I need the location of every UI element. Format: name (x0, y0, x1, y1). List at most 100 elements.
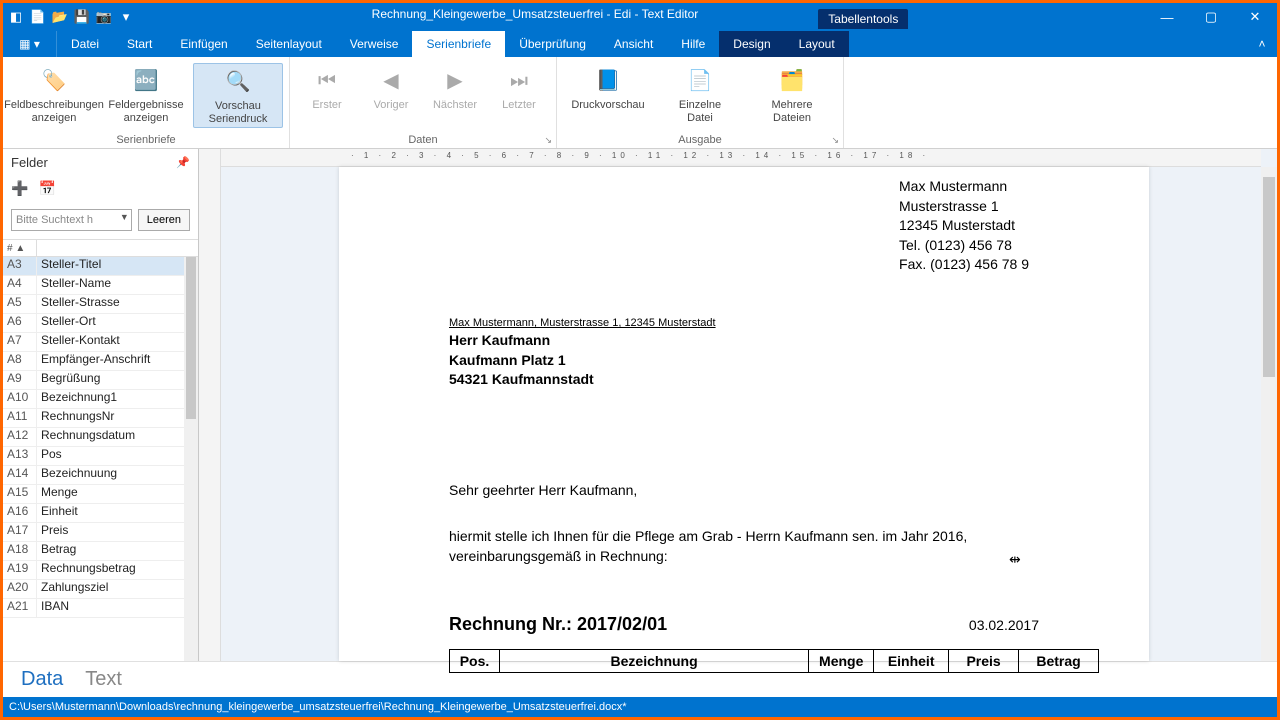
table-header[interactable]: Einheit (874, 650, 949, 673)
first-button: ⏮Erster (296, 63, 358, 114)
collapse-ribbon-icon[interactable]: ˄ (1247, 31, 1277, 57)
single-file-icon: 📄 (684, 65, 716, 97)
table-header[interactable]: Preis (949, 650, 1019, 673)
tab-überprüfung[interactable]: Überprüfung (505, 31, 600, 57)
tab-hilfe[interactable]: Hilfe (667, 31, 719, 57)
document-title: Rechnung_Kleingewerbe_Umsatzsteuerfrei -… (372, 7, 699, 27)
field-row[interactable]: A17Preis (3, 523, 198, 542)
field-row[interactable]: A9Begrüßung (3, 371, 198, 390)
field-grid-header[interactable]: # ▲ (3, 239, 198, 257)
field-results-button[interactable]: 🔤Feldergebnisseanzeigen (101, 63, 191, 126)
last-button: ⏭Letzter (488, 63, 550, 114)
field-results-icon: 🔤 (130, 65, 162, 97)
field-row[interactable]: A13Pos (3, 447, 198, 466)
screenshot-icon[interactable]: 📷 (95, 8, 113, 26)
next-button: ▶Nächster (424, 63, 486, 114)
tab-layout[interactable]: Layout (785, 31, 849, 57)
field-row[interactable]: A7Steller-Kontakt (3, 333, 198, 352)
field-row[interactable]: A11RechnungsNr (3, 409, 198, 428)
clear-button[interactable]: Leeren (138, 209, 190, 231)
last-icon: ⏭ (503, 65, 535, 97)
tab-seitenlayout[interactable]: Seitenlayout (242, 31, 336, 57)
new-icon[interactable]: 📄 (29, 8, 47, 26)
search-input[interactable]: Bitte Suchtext h ▼ (11, 209, 132, 231)
chevron-down-icon[interactable]: ▼ (120, 212, 129, 222)
group-label: Serienbriefe (9, 132, 283, 148)
group-label: Ausgabe↘ (563, 132, 837, 148)
multi-file-button[interactable]: 🗂️MehrereDateien (747, 63, 837, 126)
return-address: Max Mustermann, Musterstrasse 1, 12345 M… (449, 317, 1039, 329)
field-row[interactable]: A18Betrag (3, 542, 198, 561)
pane-title: Felder (11, 155, 48, 170)
preview-merge-icon: 🔍 (222, 66, 254, 98)
minimize-button[interactable]: — (1145, 3, 1189, 31)
tab-ansicht[interactable]: Ansicht (600, 31, 667, 57)
group-label: Daten↘ (296, 132, 550, 148)
dialog-launcher-icon[interactable]: ↘ (831, 135, 839, 146)
ribbon: 🏷️Feldbeschreibungenanzeigen🔤Feldergebni… (3, 57, 1277, 149)
single-file-button[interactable]: 📄EinzelneDatei (655, 63, 745, 126)
invoice-date: 03.02.2017 (969, 617, 1039, 633)
field-row[interactable]: A20Zahlungsziel (3, 580, 198, 599)
add-field-icon[interactable]: ➕ (11, 180, 28, 197)
document-page[interactable]: Max MustermannMusterstrasse 112345 Muste… (339, 167, 1149, 661)
invoice-table[interactable]: Pos.BezeichnungMengeEinheitPreisBetrag (449, 649, 1099, 673)
fields-pane: Felder 📌 ➕ 📅 Bitte Suchtext h ▼ Leeren #… (3, 149, 199, 661)
preview-merge-button[interactable]: 🔍VorschauSeriendruck (193, 63, 283, 128)
tab-serienbriefe[interactable]: Serienbriefe (412, 31, 505, 57)
salutation: Sehr geehrter Herr Kaufmann, (449, 482, 1039, 498)
invoice-number: Rechnung Nr.: 2017/02/01 (449, 614, 667, 635)
field-row[interactable]: A4Steller-Name (3, 276, 198, 295)
app-icon[interactable]: ◧ (7, 8, 25, 26)
field-row[interactable]: A10Bezeichnung1 (3, 390, 198, 409)
field-row[interactable]: A3Steller-Titel (3, 257, 198, 276)
vertical-ruler[interactable] (199, 149, 221, 661)
tab-verweise[interactable]: Verweise (336, 31, 413, 57)
next-icon: ▶ (439, 65, 471, 97)
table-header[interactable]: Betrag (1019, 650, 1099, 673)
editor-scrollbar[interactable] (1261, 167, 1277, 661)
field-row[interactable]: A6Steller-Ort (3, 314, 198, 333)
titlebar: ◧ 📄 📂 💾 📷 ▾ Rechnung_Kleingewerbe_Umsatz… (3, 3, 1277, 31)
bottom-tab-text[interactable]: Text (85, 668, 122, 691)
tab-einfügen[interactable]: Einfügen (166, 31, 241, 57)
prev-icon: ◀ (375, 65, 407, 97)
field-row[interactable]: A16Einheit (3, 504, 198, 523)
prev-button: ◀Voriger (360, 63, 422, 114)
field-row[interactable]: A8Empfänger-Anschrift (3, 352, 198, 371)
fieldlist-scrollbar[interactable] (184, 257, 198, 661)
file-tab[interactable]: ▦ ▾ (3, 31, 57, 57)
tab-datei[interactable]: Datei (57, 31, 113, 57)
first-icon: ⏮ (311, 65, 343, 97)
pin-icon[interactable]: 📌 (176, 156, 190, 169)
column-resize-cursor: ⇹ (1009, 551, 1021, 568)
open-icon[interactable]: 📂 (51, 8, 69, 26)
field-desc-icon: 🏷️ (38, 65, 70, 97)
close-button[interactable]: ✕ (1233, 3, 1277, 31)
maximize-button[interactable]: ▢ (1189, 3, 1233, 31)
print-preview-button[interactable]: 📘Druckvorschau (563, 63, 653, 114)
calendar-icon[interactable]: 📅 (38, 180, 55, 197)
body-text: hiermit stelle ich Ihnen für die Pflege … (449, 526, 1039, 567)
field-row[interactable]: A14Bezeichnuung (3, 466, 198, 485)
editor-canvas[interactable]: · 1 · 2 · 3 · 4 · 5 · 6 · 7 · 8 · 9 · 10… (199, 149, 1277, 661)
save-icon[interactable]: 💾 (73, 8, 91, 26)
ribbon-tabstrip: ▦ ▾ DateiStartEinfügenSeitenlayoutVerwei… (3, 31, 1277, 57)
context-tab-title: Tabellentools (818, 9, 908, 29)
table-header[interactable]: Menge (809, 650, 874, 673)
field-row[interactable]: A15Menge (3, 485, 198, 504)
field-row[interactable]: A5Steller-Strasse (3, 295, 198, 314)
tab-start[interactable]: Start (113, 31, 166, 57)
field-row[interactable]: A21IBAN (3, 599, 198, 618)
table-header[interactable]: Bezeichnung (499, 650, 808, 673)
horizontal-ruler[interactable]: · 1 · 2 · 3 · 4 · 5 · 6 · 7 · 8 · 9 · 10… (221, 149, 1261, 167)
field-row[interactable]: A19Rechnungsbetrag (3, 561, 198, 580)
field-row[interactable]: A12Rechnungsdatum (3, 428, 198, 447)
dialog-launcher-icon[interactable]: ↘ (544, 135, 552, 146)
field-list[interactable]: A3Steller-TitelA4Steller-NameA5Steller-S… (3, 257, 198, 661)
tab-design[interactable]: Design (719, 31, 784, 57)
qat-more-icon[interactable]: ▾ (117, 8, 135, 26)
field-desc-button[interactable]: 🏷️Feldbeschreibungenanzeigen (9, 63, 99, 126)
bottom-tab-data[interactable]: Data (21, 668, 63, 691)
table-header[interactable]: Pos. (450, 650, 500, 673)
